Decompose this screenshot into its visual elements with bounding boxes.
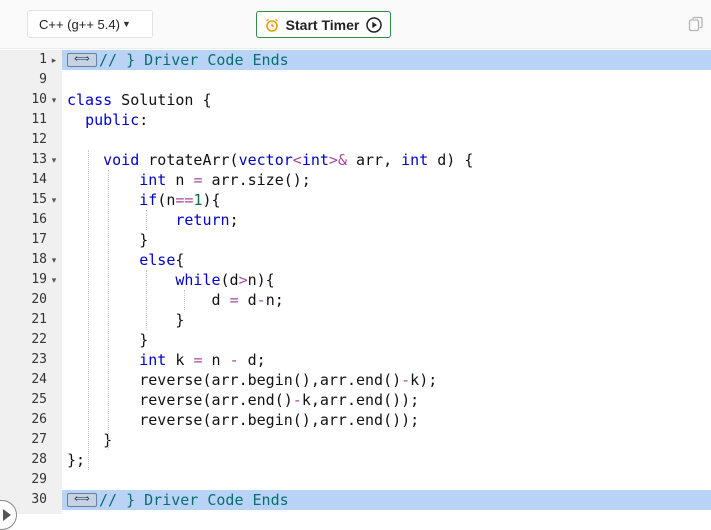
line-number: 25 xyxy=(31,392,47,407)
line-number: 15 xyxy=(31,192,47,207)
code-text: }; xyxy=(67,451,86,469)
code-line[interactable]: 14 int n = arr.size(); xyxy=(0,170,711,190)
line-number: 29 xyxy=(31,472,47,487)
line-number: 26 xyxy=(31,412,47,427)
code-text: reverse(arr.end()-k,arr.end()); xyxy=(67,391,420,409)
code-text: // } Driver Code Ends xyxy=(62,489,711,510)
line-number: 23 xyxy=(31,352,47,367)
play-circle-icon xyxy=(366,16,383,33)
indent-guide xyxy=(146,210,147,230)
line-number: 24 xyxy=(31,372,47,387)
code-editor[interactable]: 1▸// } Driver Code Ends910▾class Solutio… xyxy=(0,49,711,530)
code-line[interactable]: 15 ▾ if(n==1){ xyxy=(0,190,711,210)
code-line[interactable]: 30// } Driver Code Ends xyxy=(0,489,711,510)
language-select[interactable]: C++ (g++ 5.4) ▼ xyxy=(27,10,153,38)
code-line[interactable]: 18 ▾ else{ xyxy=(0,250,711,270)
line-number: 19 xyxy=(31,272,47,287)
copy-icon[interactable] xyxy=(688,16,704,32)
line-number: 28 xyxy=(31,452,47,467)
fold-collapse-icon[interactable]: ▾ xyxy=(49,250,59,270)
code-line[interactable]: 29 xyxy=(0,470,711,490)
code-line[interactable]: 27 } xyxy=(0,430,711,450)
code-line[interactable]: 1▸// } Driver Code Ends xyxy=(0,49,711,70)
fold-collapse-icon[interactable]: ▾ xyxy=(49,150,59,170)
editor-toolbar: C++ (g++ 5.4) ▼ Start Timer xyxy=(0,0,711,49)
code-text: reverse(arr.begin(),arr.end()-k); xyxy=(67,371,438,389)
code-line[interactable]: 19 ▾ while(d>n){ xyxy=(0,270,711,290)
line-number: 1 xyxy=(39,52,47,67)
code-text: int k = n - d; xyxy=(139,351,266,369)
fold-collapse-icon[interactable]: ▾ xyxy=(49,270,59,290)
line-number: 21 xyxy=(31,312,47,327)
line-number: 9 xyxy=(39,72,47,87)
language-select-value: C++ (g++ 5.4) xyxy=(39,16,120,32)
code-line[interactable]: 26 reverse(arr.begin(),arr.end()); xyxy=(0,410,711,430)
code-text: } xyxy=(67,311,185,329)
fold-collapse-icon[interactable]: ▾ xyxy=(49,90,59,110)
indent-guide xyxy=(88,150,89,470)
code-line[interactable]: 21 } xyxy=(0,310,711,330)
code-text: void rotateArr(vector<int>& arr, int d) … xyxy=(103,151,474,169)
code-text: while(d>n){ xyxy=(175,271,275,289)
alarm-clock-icon xyxy=(265,18,278,32)
code-line[interactable]: 20 d = d-n; xyxy=(0,290,711,310)
fold-collapse-icon[interactable]: ▾ xyxy=(49,190,59,210)
code-line[interactable]: 17 } xyxy=(0,230,711,250)
line-number: 12 xyxy=(31,132,47,147)
code-line[interactable]: 23 int k = n - d; xyxy=(0,350,711,370)
code-text: } xyxy=(67,431,113,449)
line-number: 11 xyxy=(31,112,47,127)
code-text: public: xyxy=(85,111,149,129)
line-number: 17 xyxy=(31,232,47,247)
indent-guide xyxy=(146,270,147,330)
code-line[interactable]: 9 xyxy=(0,70,711,90)
line-number: 27 xyxy=(31,432,47,447)
code-line[interactable]: 22 } xyxy=(0,330,711,350)
code-text: return; xyxy=(175,211,239,229)
line-number: 22 xyxy=(31,332,47,347)
line-number: 10 xyxy=(31,92,47,107)
indent-guide xyxy=(108,170,109,450)
start-timer-label: Start Timer xyxy=(285,16,360,33)
code-line[interactable]: 24 reverse(arr.begin(),arr.end()-k); xyxy=(0,370,711,390)
code-line[interactable]: 16 return; xyxy=(0,210,711,230)
code-line[interactable]: 12 xyxy=(0,130,711,150)
code-text: else{ xyxy=(139,251,185,269)
code-text: // } Driver Code Ends xyxy=(62,49,711,70)
fold-expand-icon[interactable]: ▸ xyxy=(49,50,59,70)
code-line[interactable]: 11 public: xyxy=(0,110,711,130)
code-text: class Solution { xyxy=(67,91,212,109)
line-number: 14 xyxy=(31,172,47,187)
indent-guide xyxy=(184,290,185,310)
code-line[interactable]: 28}; xyxy=(0,450,711,470)
line-number: 13 xyxy=(31,152,47,167)
chevron-down-icon: ▼ xyxy=(121,19,131,29)
code-text: } xyxy=(67,231,149,249)
code-text: reverse(arr.begin(),arr.end()); xyxy=(67,411,420,429)
code-line[interactable]: 10 ▾ class Solution { xyxy=(0,90,711,110)
line-number: 16 xyxy=(31,212,47,227)
code-text: } xyxy=(67,331,149,349)
line-number: 20 xyxy=(31,292,47,307)
start-timer-button[interactable]: Start Timer xyxy=(256,11,391,38)
code-text: if(n==1){ xyxy=(139,191,221,209)
code-line[interactable]: 25 reverse(arr.end()-k,arr.end()); xyxy=(0,390,711,410)
code-text: int n = arr.size(); xyxy=(139,171,311,189)
code-line[interactable]: 13 ▾ void rotateArr(vector<int>& arr, int… xyxy=(0,150,711,170)
line-number: 18 xyxy=(31,252,47,267)
code-text: d = d-n; xyxy=(67,291,284,309)
